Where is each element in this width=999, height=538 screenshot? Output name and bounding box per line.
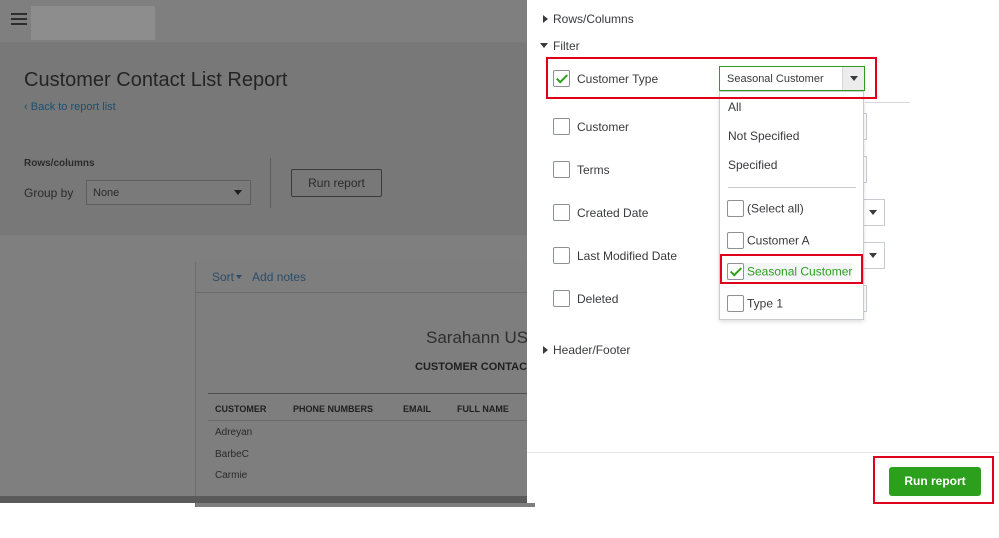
chevron-down-icon (869, 210, 877, 215)
chevron-down-icon (236, 275, 243, 279)
column-header-email[interactable]: EMAIL (403, 404, 431, 414)
customer-a-checkbox[interactable] (727, 232, 744, 249)
highlight-seasonal-customer (720, 254, 863, 284)
deleted-label: Deleted (577, 292, 619, 306)
top-bar (0, 0, 527, 42)
caret-right-icon (543, 15, 548, 23)
deleted-checkbox[interactable] (553, 290, 570, 307)
report-toolbar: Sort Add notes (212, 270, 306, 284)
sort-button[interactable]: Sort (212, 270, 234, 284)
company-name: Sarahann US (426, 328, 529, 347)
last-modified-date-select[interactable] (863, 242, 885, 269)
highlight-customer-type (546, 57, 877, 99)
select-all-label: (Select all) (747, 201, 804, 216)
type-1-checkbox[interactable] (727, 295, 744, 312)
customer-type-dropdown: All Not Specified Specified (Select all)… (719, 91, 864, 320)
customer-checkbox[interactable] (553, 118, 570, 135)
section-rows-columns-label: Rows/Columns (553, 12, 634, 26)
caret-down-icon (540, 43, 548, 48)
dropdown-option-select-all[interactable]: (Select all) (727, 200, 804, 217)
divider (196, 292, 536, 293)
customer-a-label: Customer A (747, 233, 810, 248)
dropdown-option-all[interactable]: All (728, 100, 741, 114)
run-report-button[interactable]: Run report (889, 467, 981, 496)
section-header-footer[interactable]: Header/Footer (543, 343, 630, 357)
dropdown-option-type-1[interactable]: Type 1 (727, 295, 783, 312)
last-modified-date-label: Last Modified Date (577, 249, 678, 263)
created-date-label: Created Date (577, 206, 649, 220)
created-date-checkbox[interactable] (553, 204, 570, 221)
type-1-label: Type 1 (747, 296, 784, 311)
page-title: Customer Contact List Report (24, 69, 288, 91)
horizontal-scrollbar[interactable] (0, 496, 527, 503)
dropdown-option-not-specified[interactable]: Not Specified (728, 129, 799, 143)
company-logo (31, 6, 155, 40)
section-rows-columns[interactable]: Rows/Columns (543, 12, 634, 26)
hamburger-menu-icon[interactable] (11, 13, 27, 25)
back-to-report-list-link[interactable]: ‹ Back to report list (24, 101, 116, 113)
dropdown-divider (728, 187, 856, 188)
group-by-select[interactable]: None (86, 180, 251, 205)
column-header-customer[interactable]: CUSTOMER (215, 404, 266, 414)
terms-checkbox[interactable] (553, 161, 570, 178)
panel-footer-divider (527, 452, 999, 453)
caret-right-icon (543, 346, 548, 354)
add-notes-button[interactable]: Add notes (252, 270, 306, 284)
divider (865, 102, 910, 103)
table-row: Carmie (215, 470, 248, 481)
run-report-button-secondary[interactable]: Run report (291, 169, 382, 197)
customer-label: Customer (577, 120, 630, 134)
dropdown-option-customer-a[interactable]: Customer A (727, 232, 810, 249)
report-name: CUSTOMER CONTAC (415, 361, 528, 373)
dropdown-option-specified[interactable]: Specified (728, 158, 777, 172)
section-header-footer-label: Header/Footer (553, 343, 631, 357)
group-by-label: Group by (24, 186, 74, 200)
section-filter-label: Filter (553, 39, 580, 53)
back-link-label: Back to report list (30, 101, 116, 113)
divider (270, 158, 271, 208)
created-date-select[interactable] (863, 199, 885, 226)
table-header-rule (208, 393, 538, 394)
rows-columns-label: Rows/columns (24, 158, 95, 169)
group-by-value: None (93, 187, 120, 199)
column-header-full-name[interactable]: FULL NAME (457, 404, 509, 414)
select-all-checkbox[interactable] (727, 200, 744, 217)
table-row: Adreyan (215, 427, 253, 438)
column-header-phone[interactable]: PHONE NUMBERS (293, 404, 373, 414)
section-filter[interactable]: Filter (540, 39, 580, 53)
table-row: BarbeC (215, 449, 249, 460)
chevron-down-icon (869, 253, 877, 258)
chevron-down-icon (234, 190, 242, 195)
terms-label: Terms (577, 163, 610, 177)
table-header-rule (208, 420, 538, 421)
last-modified-date-checkbox[interactable] (553, 247, 570, 264)
